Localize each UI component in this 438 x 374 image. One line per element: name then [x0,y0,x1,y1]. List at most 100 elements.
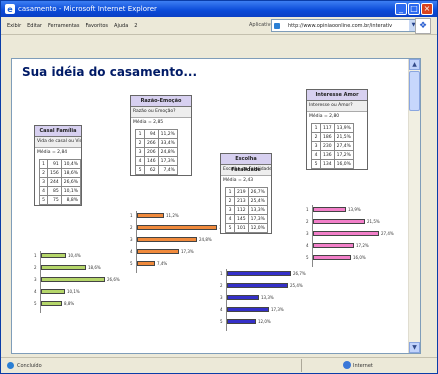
cell-n: 1 [38,159,49,169]
bar-index: 4 [220,307,223,312]
page-done-icon [7,362,14,369]
cell-n: 5 [225,223,235,233]
cell-count: 145 [234,214,249,224]
bar-index: 1 [220,271,223,276]
menu-item[interactable]: Editar [27,23,42,29]
cell-count: 94 [144,129,159,139]
bar-index: 5 [306,255,309,260]
cell-count: 112 [234,205,249,215]
bar [313,231,379,236]
bar-index: 5 [34,301,37,306]
cell-pct: 26,7% [247,187,268,197]
menu-item[interactable]: Favoritos [85,23,108,29]
bar-label: 21,5% [367,219,380,224]
bar-label: 17,3% [181,249,194,254]
bar-label: 25,4% [290,283,303,288]
cell-count: 146 [144,156,159,166]
menu-bar: Exibir Editar Ferramentas Favoritos Ajud… [1,17,437,35]
page-content: Sua idéia do casamento... Casal Família V… [11,58,421,354]
poll-header[interactable]: Casal Família [35,126,81,137]
status-separator [301,359,302,372]
cell-pct: 25,4% [247,196,268,206]
cell-pct: 13,3% [247,205,268,215]
cell-pct: 17,3% [247,214,268,224]
poll-results-table: 1 91 10,4% 2 156 18,6% 3 244 26,6% 4 85 10,1% 5 75 8,8… [38,159,82,205]
cell-pct: 10,4% [60,159,82,169]
table-row: 3 244 26,6% [38,177,82,187]
cell-pct: 26,6% [60,177,82,187]
cell-n: 2 [311,132,321,142]
scroll-down-arrow-icon[interactable]: ▼ [409,342,420,353]
scrollbar-thumb[interactable] [409,71,420,111]
address-input[interactable]: http://www.opiniaoonline.com.br/interati… [271,19,419,32]
bar-label: 13,9% [348,207,361,212]
bar-index: 2 [130,225,133,230]
cell-count: 62 [144,165,159,175]
cell-n: 5 [135,165,145,175]
bar-index: 2 [220,283,223,288]
poll-header[interactable]: Escolha Fatalidade [221,154,271,173]
bar [313,219,365,224]
cell-n: 5 [311,159,321,169]
poll-question: Vida de casal ou Vida de família? [35,137,81,148]
poll-header[interactable]: Razão-Emoção [131,96,191,107]
bar-index: 3 [34,277,37,282]
table-row: 5 101 12,0% [225,223,268,233]
cell-n: 4 [311,150,321,160]
menu-item[interactable]: 2 [134,23,137,29]
poll-reason-card: Razão-Emoção Razão ou Emoção? Média = 2,85… [130,95,192,176]
poll-header[interactable]: Interesse Amor [307,90,367,101]
cell-n: 4 [38,186,49,196]
bar-index: 3 [130,237,133,242]
table-row: 3 230 27,4% [311,141,354,151]
table-row: 5 134 16,0% [311,159,354,169]
cell-count: 266 [144,138,159,148]
scroll-up-arrow-icon[interactable]: ▲ [409,59,420,70]
cell-n: 4 [225,214,235,224]
cell-pct: 18,6% [60,168,82,178]
cell-n: 2 [135,138,145,148]
ie-logo-icon: e [5,4,15,14]
bar-label: 18,6% [88,265,101,270]
poll-results-table: 1 219 26,7% 2 213 25,4% 3 112 13,3% 4 145 17,3% 5 101… [225,187,268,233]
poll-question: Razão ou Emoção? [131,107,191,118]
poll-results-table: 1 94 11,2% 2 266 33,4% 3 206 24,8% 4 146 17,3% 5 62 7,… [135,129,178,175]
cell-count: 101 [234,223,249,233]
bar [227,295,259,300]
cell-count: 117 [320,123,335,133]
menu-item[interactable]: Ajuda [114,23,128,29]
cell-n: 4 [135,156,145,166]
cell-n: 3 [135,147,145,157]
vertical-scrollbar[interactable]: ▲ ▼ [408,59,420,353]
cell-n: 3 [311,141,321,151]
zone-text: Internet [353,363,373,369]
maximize-button[interactable]: □ [408,3,420,15]
poll-results-table: 1 117 13,9% 2 186 21,5% 3 230 27,4% 4 136 17,2% 5 134… [311,123,354,169]
cell-pct: 17,2% [333,150,354,160]
minimize-button[interactable]: _ [395,3,407,15]
bar-index: 1 [130,213,133,218]
bar [41,265,86,270]
poll-average: Média = 2,43 [223,178,254,183]
bar-index: 2 [306,219,309,224]
cell-pct: 27,4% [333,141,354,151]
table-row: 1 94 11,2% [135,129,178,139]
poll-question: Interesse ou Amor? [307,101,367,112]
cell-pct: 16,0% [333,159,354,169]
menu-item[interactable]: Ferramentas [48,23,80,29]
table-row: 4 146 17,3% [135,156,178,166]
bar-index: 5 [220,319,223,324]
cell-count: 244 [47,177,62,187]
menu-item[interactable]: Exibir [7,23,21,29]
table-row: 1 117 13,9% [311,123,354,133]
poll-average: Média = 2,80 [309,114,340,119]
cell-n: 1 [135,129,145,139]
table-row: 3 112 13,3% [225,205,268,215]
bar-label: 11,2% [166,213,179,218]
bar [313,243,354,248]
close-button[interactable]: × [421,3,433,15]
cell-pct: 33,4% [157,138,178,148]
bar-index: 1 [306,207,309,212]
cell-pct: 8,8% [60,195,82,205]
cell-n: 3 [225,205,235,215]
